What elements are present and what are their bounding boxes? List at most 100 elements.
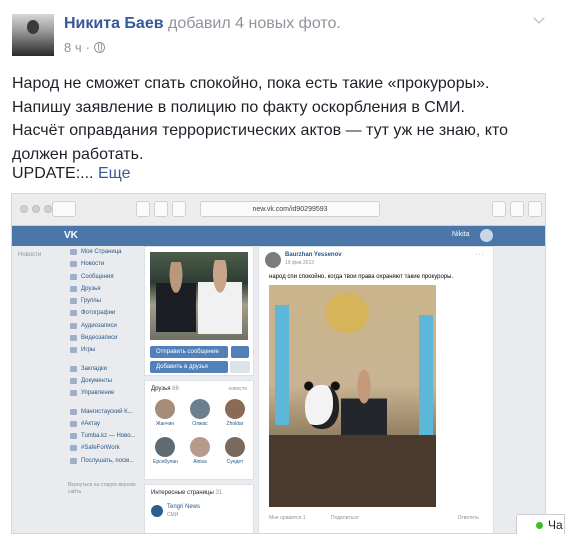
vk-profile-photo: [150, 252, 248, 340]
vk-interests-label: Интересные страницы: [151, 490, 214, 496]
vk-like-label: Мне нравится: [269, 515, 302, 521]
post-photo[interactable]: new.vk.com/id90299593 VK Nikita Новости …: [11, 193, 546, 534]
update-text: UPDATE:...: [12, 165, 94, 182]
vk-friend-name: Ерсебулан: [153, 459, 178, 465]
vk-user-avatar: [480, 229, 493, 242]
vk-share-label: Поделиться: [331, 515, 359, 521]
vk-friend-name: Жанчин: [155, 421, 175, 427]
vk-menu-item: Tumba.kz — Ново...: [67, 430, 143, 442]
vk-gift-button: [231, 346, 249, 358]
post-timestamp[interactable]: 8 ч: [64, 40, 82, 55]
info-icon: [154, 201, 168, 217]
vk-wall-author: Baurzhan Yessenov: [285, 252, 342, 258]
share-icon: [136, 201, 150, 217]
vk-menu-item: Моя Страница: [67, 246, 143, 258]
vk-interests-card: Интересные страницы 31 Tengri News СМИ: [144, 484, 254, 533]
post-meta: 8 ч ·: [64, 40, 105, 55]
window-controls: [20, 205, 52, 213]
vk-friend-name: Сундет: [226, 459, 244, 465]
post-action-text: добавил 4 новых фото.: [168, 15, 341, 32]
vk-wall-footer: Мне нравится 1 Поделиться Ответить: [269, 515, 489, 521]
panda-toy: [305, 385, 339, 429]
vk-menu-item: Видеозаписи: [67, 332, 143, 344]
meta-separator: ·: [85, 40, 90, 55]
flag-shape: [419, 315, 433, 435]
vk-friend-name: Ainisa: [193, 459, 207, 465]
vk-like-count: 1: [302, 515, 306, 521]
vk-user-name: Nikita: [452, 231, 470, 238]
vk-friend: Zholdar: [223, 399, 247, 427]
post-text-line: Напишу заявление в полицию по факту оско…: [12, 98, 465, 116]
desk-shape: [269, 435, 436, 507]
vk-add-friend-button: Добавить в друзья: [150, 361, 228, 373]
shield-icon: [172, 201, 186, 217]
vk-footer-note: Вернуться на старую версию сайта: [68, 482, 136, 495]
vk-menu-item: Послушать, посм...: [67, 455, 143, 467]
chevron-down-icon[interactable]: [533, 14, 545, 26]
vk-menu-item: Закладки: [67, 363, 143, 375]
person-figure: [156, 262, 196, 332]
vk-friend: Сундет: [223, 437, 247, 465]
chat-tab[interactable]: Ча: [516, 514, 565, 534]
vk-left-nav: Новости: [18, 252, 42, 258]
vk-friend: Ерсебулан: [153, 437, 178, 465]
person-figure: [198, 260, 242, 334]
vk-send-message-button: Отправить сообщение: [150, 346, 228, 358]
nav-buttons: [52, 201, 76, 217]
vk-interest-name: Tengri News: [167, 504, 201, 510]
online-status-icon: [536, 522, 543, 529]
vk-menu-item: Документы: [67, 375, 143, 387]
vk-menu-item: Сообщения: [67, 271, 143, 283]
vk-friend-name: Олжас: [192, 421, 208, 427]
vk-logo: VK: [64, 230, 78, 241]
vk-menu-item: #SafeForWork: [67, 442, 143, 454]
vk-interests-count: 31: [215, 490, 223, 496]
flag-shape: [275, 305, 289, 425]
vk-wall-menu: ···: [475, 251, 485, 258]
vk-friend-name: Zholdar: [226, 421, 244, 427]
vk-more-button: [230, 361, 250, 373]
vk-left-gutter: Новости: [12, 246, 65, 533]
tabs-icon: [510, 201, 524, 217]
vk-friend: Олжас: [188, 399, 212, 427]
vk-menu-item: Игры: [67, 344, 143, 356]
vk-profile-card: Отправить сообщение Добавить в друзья: [144, 246, 254, 376]
author-avatar[interactable]: [12, 14, 54, 56]
post-update: UPDATE:... Еще: [12, 164, 131, 184]
chat-label: Ча: [548, 518, 563, 532]
post-text-line: Насчёт оправдания террористических актов…: [12, 122, 509, 139]
vk-friend: Ainisa: [188, 437, 212, 465]
vk-interests-title: Интересные страницы 31: [151, 490, 222, 496]
vk-right-gutter: [494, 246, 545, 533]
post-text: Народ не сможет спать спокойно, пока ест…: [12, 72, 542, 166]
emblem-shape: [325, 293, 369, 333]
vk-wall-avatar: [265, 252, 281, 268]
vk-friends-label: Друзья: [151, 386, 171, 392]
vk-interest-avatar: [151, 505, 163, 517]
download-icon: [492, 201, 506, 217]
vk-header: VK Nikita: [12, 226, 545, 246]
vk-friends-count: 86: [172, 386, 179, 392]
vk-wall-post: Baurzhan Yessenov 19 фев 2013 ··· народ …: [258, 246, 494, 533]
vk-menu-item: Аудиозаписи: [67, 320, 143, 332]
vk-menu-item: #Актау: [67, 418, 143, 430]
globe-icon[interactable]: [93, 42, 105, 53]
vk-menu-item: Друзья: [67, 283, 143, 295]
vk-friends-link: новости: [228, 386, 247, 392]
browser-toolbar: new.vk.com/id90299593: [12, 194, 545, 226]
vk-side-menu: Моя Страница Новости Сообщения Друзья Гр…: [67, 246, 143, 467]
vk-menu-item: Новости: [67, 258, 143, 270]
vk-friends-title: Друзья 86: [151, 386, 179, 392]
vk-menu-item: Управление: [67, 387, 143, 399]
post-text-line: должен работать.: [12, 145, 144, 163]
author-name-link[interactable]: Никита Баев: [64, 15, 164, 32]
post-card: Никита Баев добавил 4 новых фото. 8 ч · …: [0, 0, 565, 534]
vk-wall-photo: [269, 285, 436, 507]
vk-friends-card: Друзья 86 новости Жанчин Олжас Zholdar Е…: [144, 380, 254, 480]
see-more-link[interactable]: Еще: [98, 165, 131, 182]
vk-interest-sub: СМИ: [167, 512, 179, 518]
new-tab-icon: [528, 201, 542, 217]
vk-wall-date: 19 фев 2013: [285, 260, 315, 266]
address-bar: new.vk.com/id90299593: [200, 201, 380, 217]
vk-menu-item: Фотографии: [67, 307, 143, 319]
